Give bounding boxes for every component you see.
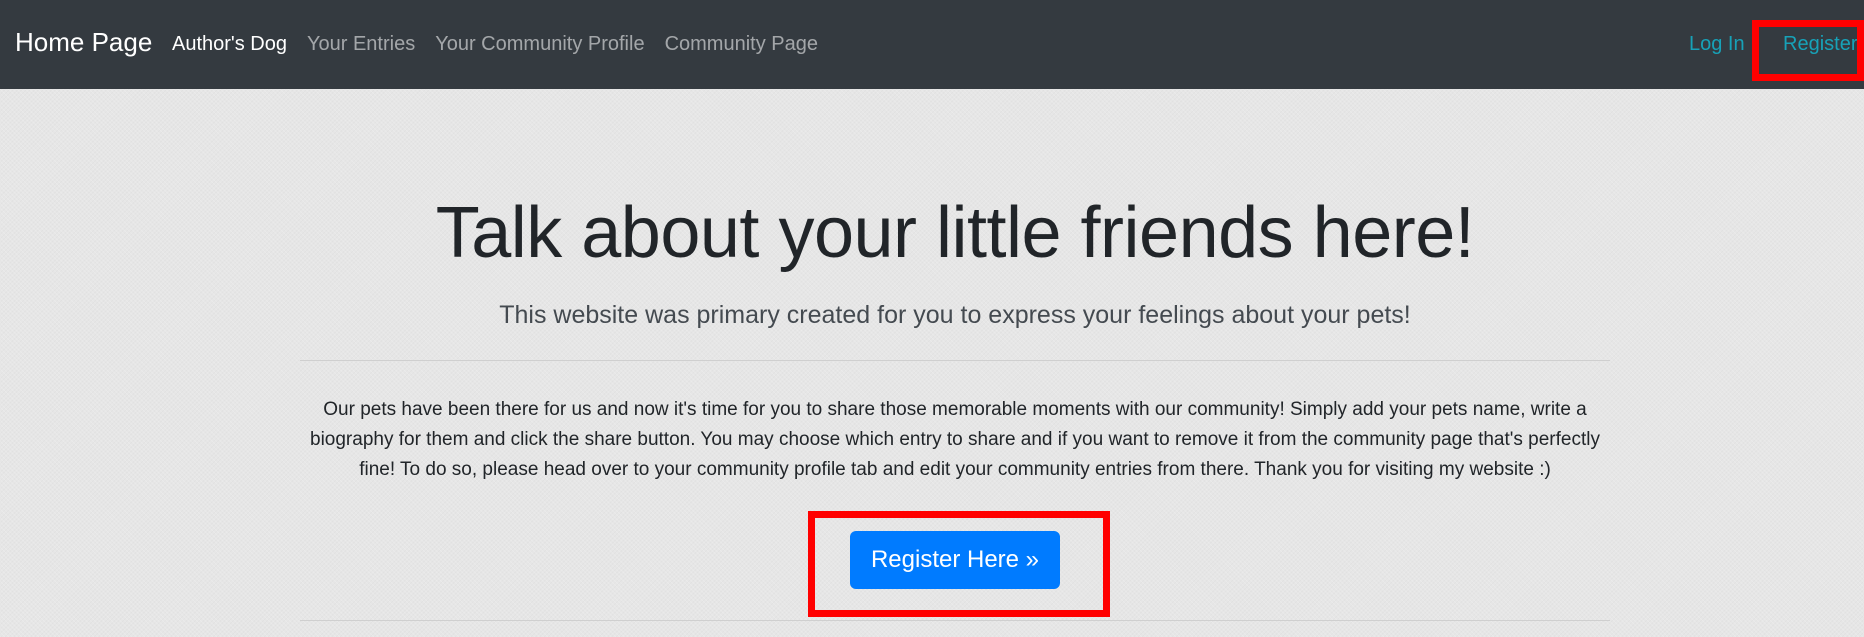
nav-link-community-page[interactable]: Community Page <box>665 33 818 56</box>
navbar-brand[interactable]: Home Page <box>15 27 152 58</box>
login-link[interactable]: Log In <box>1689 33 1745 56</box>
register-link[interactable]: Register <box>1783 33 1857 56</box>
register-here-button[interactable]: Register Here » <box>850 531 1060 589</box>
nav-link-authors-dog[interactable]: Author's Dog <box>172 33 287 56</box>
nav-link-your-entries[interactable]: Your Entries <box>307 33 415 56</box>
intro-paragraph: Our pets have been there for us and now … <box>310 399 1600 480</box>
top-navbar: Home Page Author's Dog Your Entries Your… <box>0 0 1864 89</box>
divider-bottom <box>300 620 1610 621</box>
nav-link-community-profile[interactable]: Your Community Profile <box>435 33 644 56</box>
divider <box>300 360 1610 361</box>
lead-text: This website was primary created for you… <box>499 301 1411 329</box>
page-title: Talk about your little friends here! <box>435 193 1475 273</box>
navbar-links: Author's Dog Your Entries Your Community… <box>172 33 818 56</box>
